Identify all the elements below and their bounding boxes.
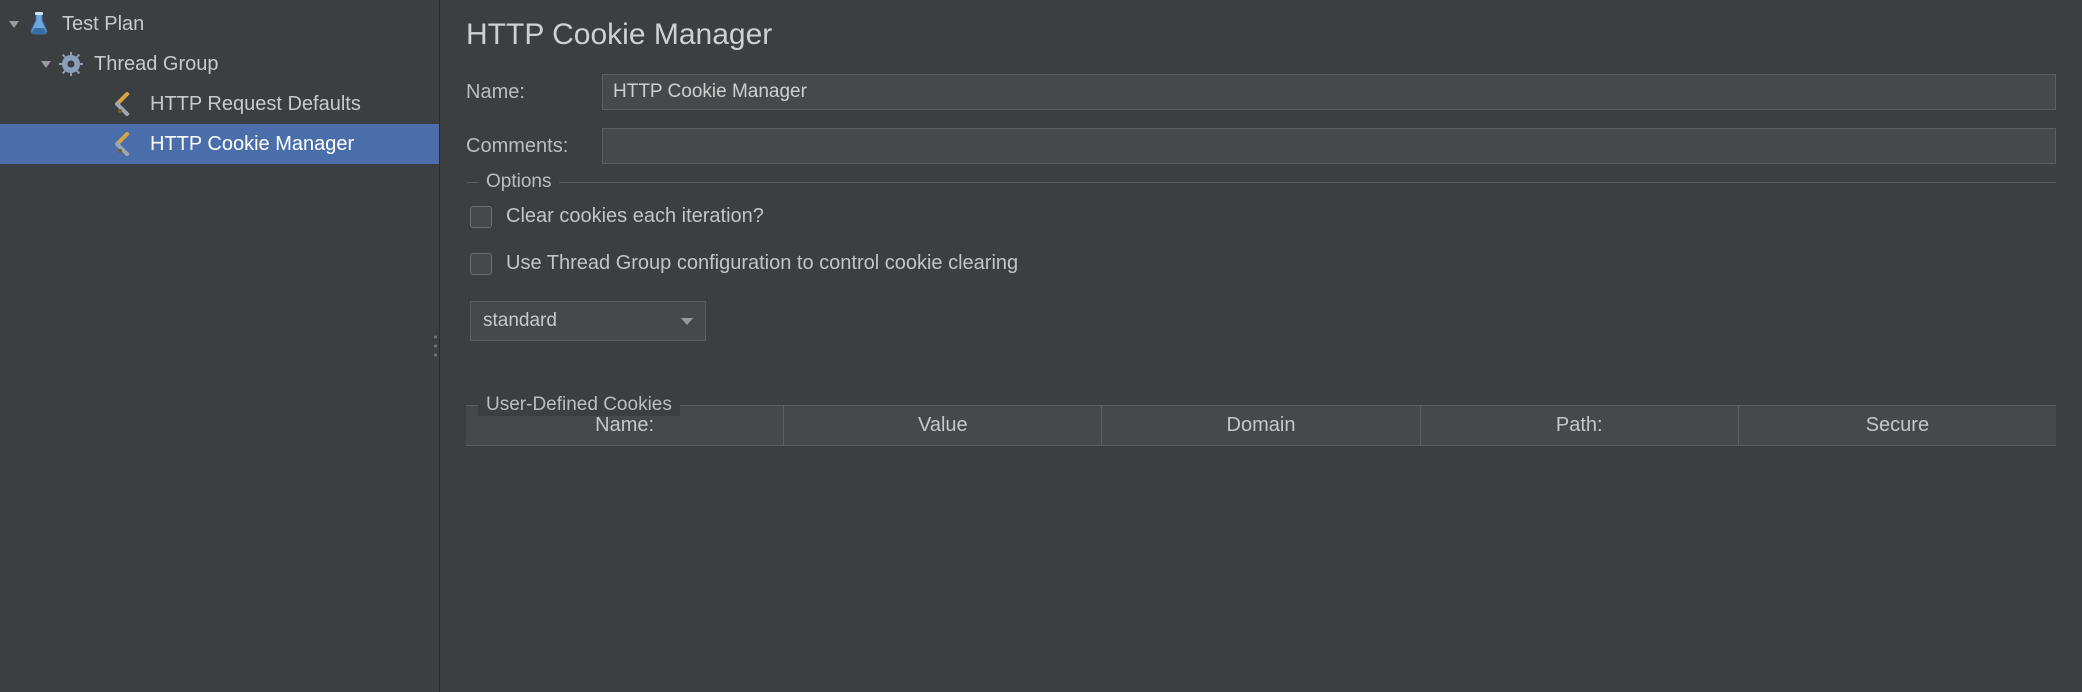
name-label: Name: (466, 81, 602, 104)
gear-icon (58, 51, 84, 77)
use-thread-group-checkbox[interactable] (470, 253, 492, 275)
app-root: Test Plan (0, 0, 2082, 692)
col-domain[interactable]: Domain (1102, 406, 1420, 446)
options-legend: Options (478, 171, 559, 193)
tools-icon (114, 91, 140, 117)
use-thread-group-label: Use Thread Group configuration to contro… (506, 252, 1018, 275)
tree-label: Thread Group (94, 53, 219, 76)
use-thread-group-row[interactable]: Use Thread Group configuration to contro… (470, 252, 2052, 275)
tree-item-http-request-defaults[interactable]: HTTP Request Defaults (0, 84, 439, 124)
cookie-policy-value: standard (483, 310, 557, 332)
chevron-down-icon (681, 318, 693, 325)
user-cookies-legend: User-Defined Cookies (478, 394, 680, 416)
page-title: HTTP Cookie Manager (466, 18, 2056, 52)
user-cookies-fieldset: User-Defined Cookies Name: Value Domain … (466, 405, 2056, 456)
tree-label: Test Plan (62, 13, 144, 36)
expand-toggle-icon[interactable] (38, 56, 54, 72)
config-panel: HTTP Cookie Manager Name: Comments: Opti… (440, 0, 2082, 692)
clear-cookies-label: Clear cookies each iteration? (506, 205, 764, 228)
tree-item-http-cookie-manager[interactable]: HTTP Cookie Manager (0, 124, 439, 164)
comments-input[interactable] (602, 128, 2056, 164)
name-row: Name: (466, 74, 2056, 110)
cookie-policy-select[interactable]: standard (470, 301, 706, 341)
tree-item-thread-group[interactable]: Thread Group (0, 44, 439, 84)
comments-label: Comments: (466, 135, 602, 158)
cookies-table-header: Name: Value Domain Path: Secure (466, 406, 2056, 446)
splitter-handle[interactable] (430, 336, 440, 357)
test-plan-tree: Test Plan (0, 0, 440, 692)
options-fieldset: Options Clear cookies each iteration? Us… (466, 182, 2056, 359)
tools-icon (114, 131, 140, 157)
tree-label: HTTP Cookie Manager (150, 133, 354, 156)
tree-item-test-plan[interactable]: Test Plan (0, 4, 439, 44)
clear-cookies-checkbox[interactable] (470, 206, 492, 228)
name-input[interactable] (602, 74, 2056, 110)
flask-icon (26, 11, 52, 37)
expand-toggle-icon[interactable] (6, 16, 22, 32)
tree-label: HTTP Request Defaults (150, 93, 361, 116)
col-path[interactable]: Path: (1421, 406, 1739, 446)
col-value[interactable]: Value (784, 406, 1102, 446)
col-secure[interactable]: Secure (1739, 406, 2056, 446)
comments-row: Comments: (466, 128, 2056, 164)
clear-cookies-row[interactable]: Clear cookies each iteration? (470, 205, 2052, 228)
